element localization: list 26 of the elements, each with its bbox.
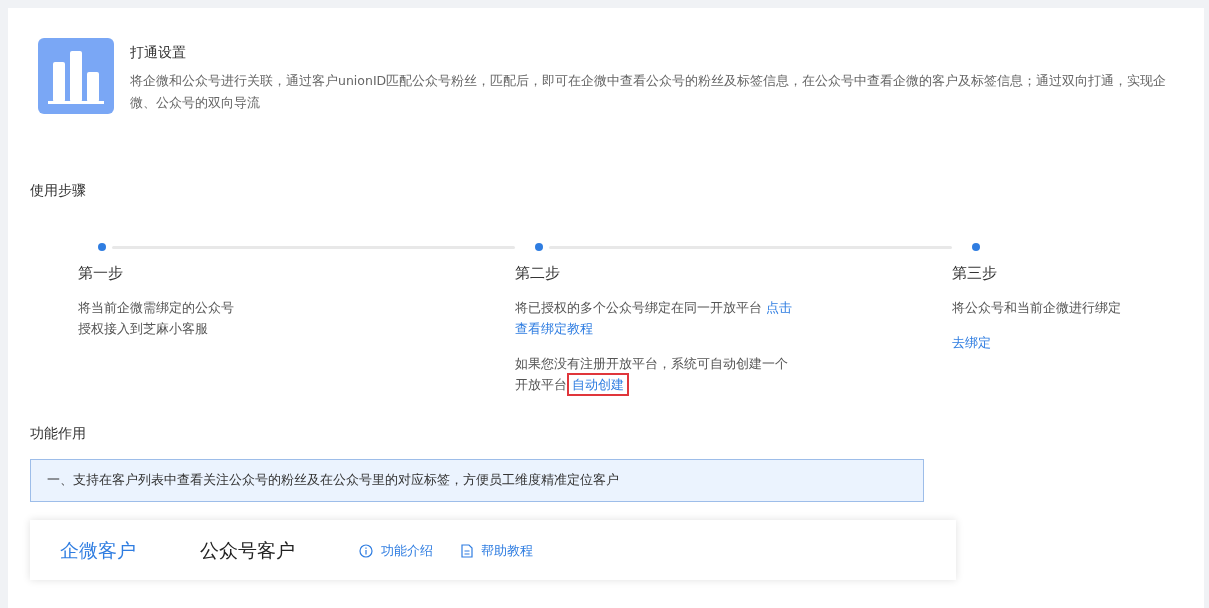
step-dot [972,243,980,251]
step-link[interactable]: 查看绑定教程 [515,321,593,336]
section-title: 使用步骤 [30,182,86,200]
step-title: 第二步 [515,264,560,283]
step-dot [535,243,543,251]
page-description: 将企微和公众号进行关联，通过客户unionID匹配公众号粉丝，匹配后，即可在企微中查看公众号的粉丝及标签信息，在公众号中查看企微的客户及标签信息；通过双向打通，实现企微、公众号的双向导流 [130,72,1168,112]
section-title: 功能作用 [30,425,86,443]
step-description: 将当前企微需绑定的公众号 授权接入到芝麻小客服 [78,299,235,338]
document-icon [461,544,473,558]
step-description: 如果您没有注册开放平台，系统可自动创建一个 开放平台 自动创建 [515,353,835,395]
step-link[interactable]: 点击 [766,300,793,315]
step-title: 第一步 [78,264,123,283]
step-link[interactable]: 去绑定 [952,335,991,350]
page-title: 打通设置 [130,44,186,62]
help-link[interactable]: 帮助教程 [481,542,533,560]
bar-chart-logo-icon [38,38,114,114]
customer-tab[interactable]: 公众号客户 [200,538,295,564]
customer-tab[interactable]: 企微客户 [60,538,136,564]
step-description: 将已授权的多个公众号绑定在同一开放平台 点击 查看绑定教程 [515,299,794,338]
step-link[interactable]: 自动创建 [567,373,629,396]
step-dot [98,243,106,251]
step-title: 第三步 [952,264,997,283]
help-link[interactable]: 功能介绍 [381,542,433,560]
step-description: 将公众号和当前企微进行绑定 [952,299,1122,317]
info-icon [359,544,373,558]
notice-banner: 一、支持在客户列表中查看关注公众号的粉丝及在公众号里的对应标签，方便员工维度精准定位客户 [30,459,924,502]
